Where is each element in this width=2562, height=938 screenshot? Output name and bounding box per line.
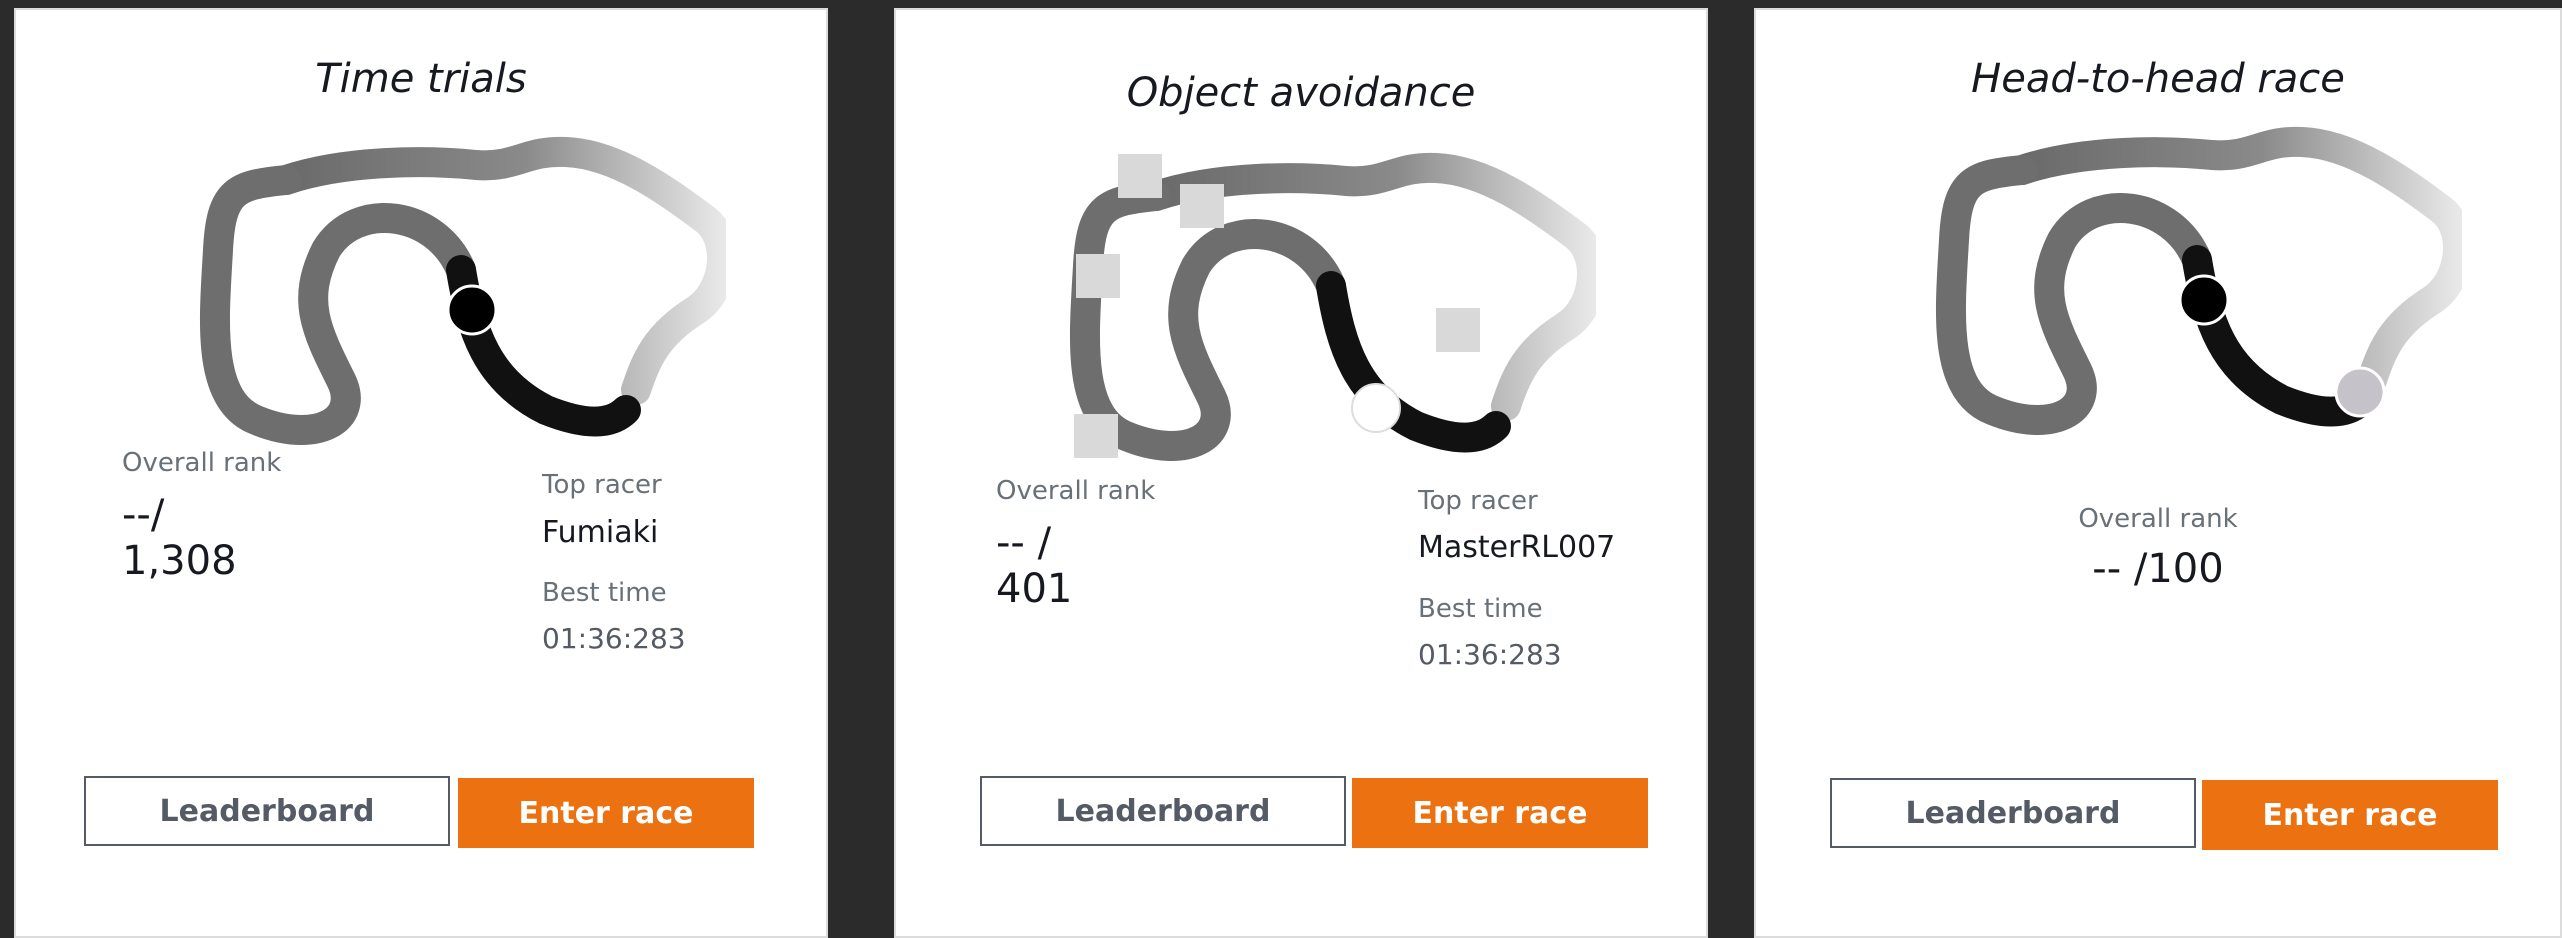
car-marker-icon <box>1351 383 1401 433</box>
rank-total: 401 <box>996 566 1073 612</box>
top-racer-name: Fumiaki <box>542 515 659 550</box>
leaderboard-button[interactable]: Leaderboard <box>980 776 1346 846</box>
rank-current: --/ <box>122 492 165 538</box>
race-card-head-to-head: Head-to-head race Overall rank -- /100 L… <box>1754 8 2562 938</box>
rank-current: -- / <box>996 520 1052 566</box>
card-title: Head-to-head race <box>1971 56 2345 102</box>
overall-rank-label: Overall rank <box>2078 504 2238 534</box>
race-card-time-trials: Time trials Overall rank --/ 1,308 Top r… <box>14 8 828 938</box>
rank-total: 1,308 <box>122 538 237 584</box>
card-title: Time trials <box>315 56 527 102</box>
best-time-value: 01:36:283 <box>542 622 686 655</box>
race-track-icon <box>199 136 726 445</box>
enter-race-button[interactable]: Enter race <box>2202 780 2498 850</box>
obstacle-icon <box>1436 308 1480 352</box>
best-time-label: Best time <box>542 578 667 608</box>
obstacle-icon <box>1076 254 1120 298</box>
overall-rank-value: --/ 1,308 <box>122 492 237 584</box>
obstacle-icon <box>1180 184 1224 228</box>
leaderboard-button[interactable]: Leaderboard <box>1830 778 2196 848</box>
car-marker-icon <box>2178 274 2230 326</box>
enter-race-button[interactable]: Enter race <box>458 778 754 848</box>
enter-race-button[interactable]: Enter race <box>1352 778 1648 848</box>
opponent-car-marker-icon <box>2334 366 2386 418</box>
overall-rank-value: -- /100 <box>2092 546 2224 592</box>
overall-rank-label: Overall rank <box>996 476 1156 506</box>
obstacle-icon <box>1074 414 1118 458</box>
obstacle-icon <box>1118 154 1162 198</box>
card-title: Object avoidance <box>1126 70 1476 116</box>
race-track-icon <box>1069 152 1596 461</box>
race-track-icon <box>1935 126 2462 435</box>
car-marker-icon <box>446 284 498 336</box>
leaderboard-button[interactable]: Leaderboard <box>84 776 450 846</box>
top-racer-label: Top racer <box>1418 486 1538 516</box>
top-racer-label: Top racer <box>542 470 662 500</box>
top-racer-name: MasterRL007 <box>1418 530 1616 565</box>
best-time-label: Best time <box>1418 594 1543 624</box>
overall-rank-label: Overall rank <box>122 448 282 478</box>
race-card-object-avoidance: Object avoidance Overall rank -- / 401 T… <box>894 8 1708 938</box>
best-time-value: 01:36:283 <box>1418 638 1562 671</box>
overall-rank-value: -- / 401 <box>996 520 1072 612</box>
